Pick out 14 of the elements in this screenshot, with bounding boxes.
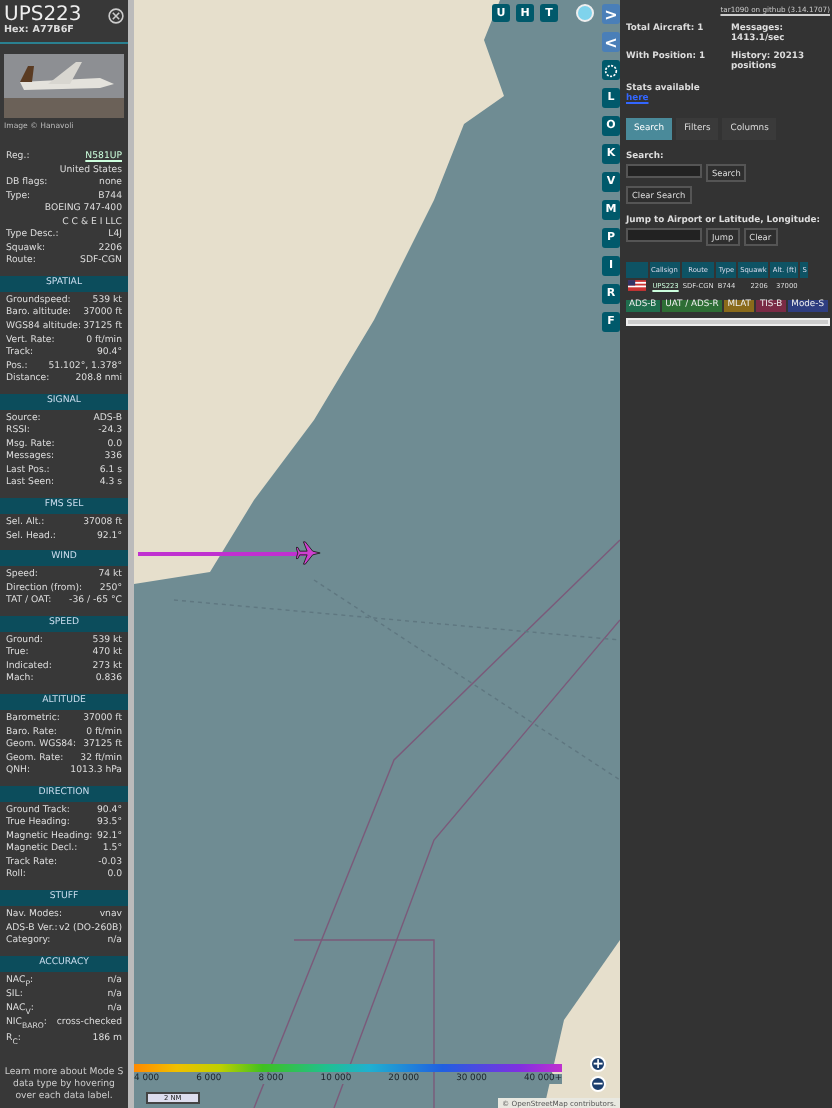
close-icon[interactable] (108, 7, 124, 23)
scrollbar[interactable] (128, 0, 134, 1108)
flag-icon (628, 280, 646, 291)
aircraft-callsign: UPS223 (4, 4, 82, 26)
jump-field[interactable] (626, 228, 702, 242)
panel-toggle-button[interactable]: > (602, 4, 620, 24)
flag-column-header (626, 262, 648, 278)
photo-placeholder (4, 54, 124, 118)
scrollbar[interactable] (626, 317, 830, 325)
search-field[interactable] (626, 164, 702, 178)
panel-toggle-button[interactable]: < (602, 32, 620, 52)
layer-toggle-icon[interactable] (576, 4, 594, 22)
airplane-icon[interactable] (296, 540, 322, 566)
settings-button[interactable] (602, 60, 620, 80)
